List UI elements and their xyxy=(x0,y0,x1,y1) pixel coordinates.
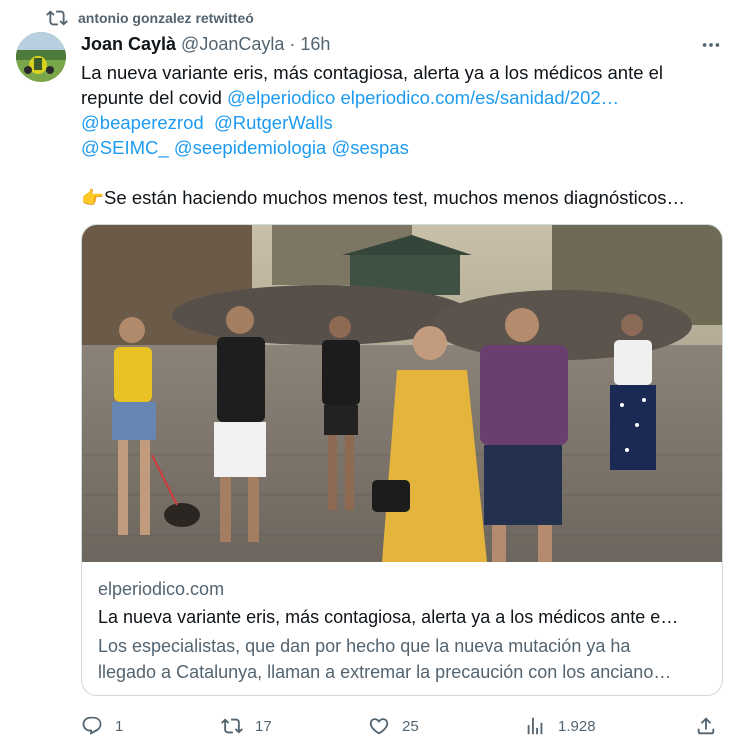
reply-count: 1 xyxy=(115,717,124,735)
views-button[interactable]: 1.928 xyxy=(524,712,596,740)
like-count: 25 xyxy=(402,717,419,735)
tweet-line-last: 👉Se están haciendo muchos menos test, mu… xyxy=(81,185,721,210)
tweet-text: La nueva variante eris, más contagiosa, … xyxy=(81,60,721,210)
more-dots-icon xyxy=(702,43,720,47)
mention-sespas[interactable]: @sespas xyxy=(331,137,408,158)
retweeted-by-label[interactable]: antonio gonzalez retwitteó xyxy=(78,10,254,26)
link-preview-card[interactable]: elperiodico.com La nueva variante eris, … xyxy=(81,224,723,696)
retweet-count: 17 xyxy=(255,717,272,735)
card-image[interactable] xyxy=(82,225,722,562)
card-domain: elperiodico.com xyxy=(98,579,225,599)
author-handle[interactable]: @JoanCayla xyxy=(181,34,284,55)
tweet-action-bar: 1 17 25 1.928 xyxy=(81,712,731,742)
reply-button[interactable]: 1 xyxy=(81,712,123,740)
analytics-icon xyxy=(527,717,543,735)
mention-beaperezrod[interactable]: @beaperezrod xyxy=(81,112,204,133)
tweet-line-2: repunte del covid @elperiodico elperiodi… xyxy=(81,85,721,110)
card-title[interactable]: La nueva variante eris, más contagiosa, … xyxy=(98,607,678,628)
tweet-timestamp[interactable]: 16h xyxy=(300,34,330,55)
tweet-line-1: La nueva variante eris, más contagiosa, … xyxy=(81,62,664,83)
mention-seepidemiologia[interactable]: @seepidemiologia xyxy=(174,137,326,158)
retweet-button[interactable]: 17 xyxy=(221,712,272,740)
tweet-line-3: @beaperezrod @RutgerWalls xyxy=(81,110,721,135)
retweet-icon xyxy=(46,10,68,26)
retweet-action-icon xyxy=(221,718,243,734)
card-description-line-2: llegado a Catalunya, llaman a extremar l… xyxy=(98,662,672,682)
share-icon xyxy=(697,717,715,735)
separator-dot: · xyxy=(289,34,296,54)
avatar[interactable] xyxy=(16,32,66,82)
mention-rutgerwalls[interactable]: @RutgerWalls xyxy=(214,112,333,133)
like-button[interactable]: 25 xyxy=(368,712,419,740)
article-url-link[interactable]: elperiodico.com/es/sanidad/202… xyxy=(340,87,619,108)
views-count: 1.928 xyxy=(558,717,596,735)
author-name[interactable]: Joan Caylà xyxy=(81,34,176,55)
reply-icon xyxy=(82,716,102,735)
more-options-button[interactable] xyxy=(698,32,724,58)
tweet-line-4: @SEIMC_ @seepidemiologia @sespas xyxy=(81,135,721,160)
mention-elperiodico[interactable]: @elperiodico xyxy=(227,87,335,108)
tweet-header: Joan Caylà @JoanCayla · 16h xyxy=(81,34,330,55)
share-button[interactable] xyxy=(695,712,717,740)
tweet-last-text: Se están haciendo muchos menos test, muc… xyxy=(104,187,686,208)
pointing-hand-emoji: 👉 xyxy=(81,187,105,208)
card-description: Los especialistas, que dan por hecho que… xyxy=(98,633,710,685)
card-description-line-1: Los especialistas, que dan por hecho que… xyxy=(98,636,631,656)
mention-seimc[interactable]: @SEIMC_ xyxy=(81,137,169,158)
heart-icon xyxy=(369,718,389,735)
tweet-line-2-text: repunte del covid xyxy=(81,87,228,108)
retweet-context: antonio gonzalez retwitteó xyxy=(46,7,254,29)
